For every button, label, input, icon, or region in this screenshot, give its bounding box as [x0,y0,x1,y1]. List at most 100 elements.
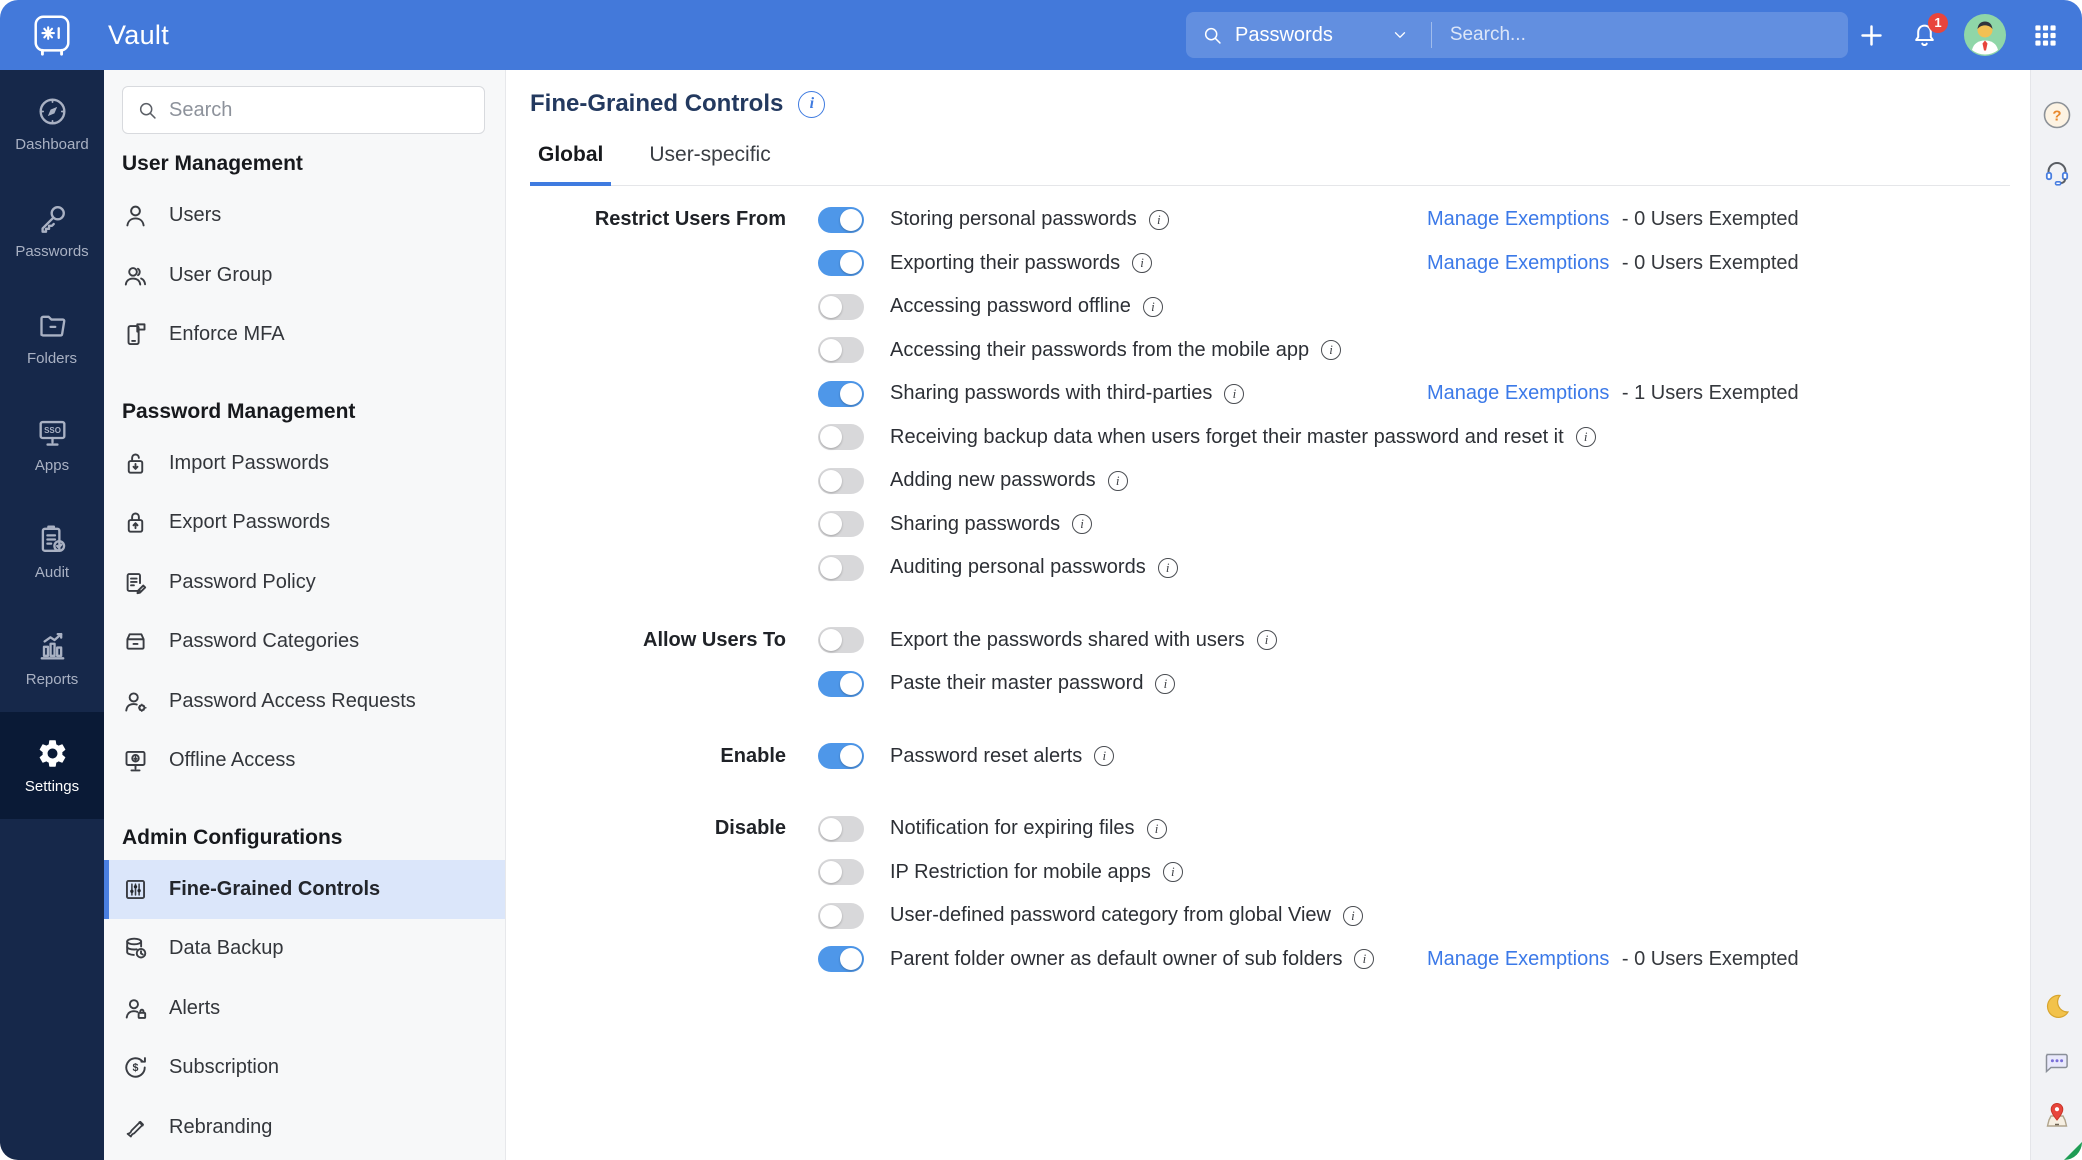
rail-item[interactable]: Passwords [0,177,104,284]
sidebar-item[interactable]: User Group [104,246,505,306]
sidebar-item-label: Alerts [169,997,220,1020]
info-icon[interactable]: i [1257,630,1277,650]
app-launcher-button[interactable] [2032,22,2059,49]
exempted-count: - 0 Users Exempted [1622,252,1799,274]
info-icon[interactable]: i [1132,253,1152,273]
toggle-switch[interactable] [818,337,864,363]
toggle-switch[interactable] [818,424,864,450]
utility-button[interactable] [2042,992,2072,1022]
rail-item[interactable]: Folders [0,284,104,391]
info-icon[interactable]: i [1321,340,1341,360]
map-pin-icon [2042,1100,2072,1130]
utility-button[interactable]: ? [2042,100,2072,130]
info-icon[interactable]: i [1094,746,1114,766]
sidebar-item[interactable]: Alerts [104,979,505,1039]
toggle-switch[interactable] [818,946,864,972]
sidebar-item[interactable]: Password Policy [104,553,505,613]
toggle-switch[interactable] [818,294,864,320]
toggle-switch[interactable] [818,381,864,407]
control-row: Sharing passwords i [818,503,2030,547]
info-icon[interactable]: i [1224,384,1244,404]
sidebar-item-label: Password Policy [169,571,316,594]
toggle-switch[interactable] [818,555,864,581]
plus-icon [1858,22,1885,49]
toggle-switch[interactable] [818,207,864,233]
users-icon [122,202,149,229]
rail-item-label: Audit [35,564,69,581]
toggle-switch[interactable] [818,250,864,276]
control-row: Accessing password offline i [818,285,2030,329]
toggle-switch[interactable] [818,859,864,885]
tab[interactable]: User-specific [641,134,778,185]
folders-icon [36,309,69,342]
add-button[interactable] [1858,22,1885,49]
control-row: Paste their master password i [818,662,2030,706]
toggle-switch[interactable] [818,511,864,537]
control-row: Storing personal passwords i Manage Exem… [818,198,2030,242]
toggle-switch[interactable] [818,743,864,769]
info-icon[interactable]: i [1147,819,1167,839]
info-icon[interactable]: i [1163,862,1183,882]
info-icon[interactable]: i [798,91,825,118]
control-groups: Restrict Users From Storing personal pas… [530,198,2030,981]
sidebar-item-label: User Group [169,264,272,287]
toggle-switch[interactable] [818,468,864,494]
tab[interactable]: Global [530,134,611,186]
toggle-knob [840,745,862,767]
sidebar-section-heading: User Management [104,150,505,178]
sidebar-item[interactable]: Password Categories [104,612,505,672]
sidebar-item[interactable]: $ Subscription [104,1038,505,1098]
utility-button[interactable] [2042,1100,2072,1130]
info-icon[interactable]: i [1143,297,1163,317]
sidebar-item[interactable]: Export Passwords [104,493,505,553]
rail-item[interactable]: Settings [0,712,104,819]
sidebar-item[interactable]: Import Passwords [104,434,505,494]
info-icon[interactable]: i [1149,210,1169,230]
export-passwords-icon [122,509,149,536]
sidebar-search-input[interactable] [169,99,470,122]
search-input[interactable] [1450,24,1832,46]
rail-item[interactable]: Dashboard [0,70,104,177]
info-icon[interactable]: i [1158,558,1178,578]
toggle-switch[interactable] [818,671,864,697]
manage-exemptions-link[interactable]: Manage Exemptions [1427,948,1609,970]
search-scope-label[interactable]: Passwords [1235,24,1333,47]
control-row: Password reset alerts i [818,735,2030,779]
sidebar-item[interactable]: Data Backup [104,919,505,979]
utility-button[interactable] [2042,158,2072,188]
chevron-down-icon[interactable] [1391,26,1409,44]
utility-button[interactable] [2042,1048,2072,1078]
chat-widget-corner[interactable] [2064,1142,2082,1160]
notifications-button[interactable]: 1 [1911,22,1938,49]
user-avatar[interactable] [1964,14,2006,56]
rail-item[interactable]: Audit [0,498,104,605]
manage-exemptions-link[interactable]: Manage Exemptions [1427,208,1609,230]
control-row: Adding new passwords i [818,459,2030,503]
sidebar-item[interactable]: Password Access Requests [104,672,505,732]
info-icon[interactable]: i [1354,949,1374,969]
sidebar-item-label: Fine-Grained Controls [169,878,380,901]
sidebar-item[interactable]: Offline Access [104,731,505,791]
sidebar-item[interactable]: Rebranding [104,1098,505,1158]
sidebar-item[interactable]: Enforce MFA [104,305,505,365]
sidebar-item[interactable]: Users [104,186,505,246]
global-search[interactable]: Passwords [1186,12,1848,58]
manage-exemptions-link[interactable]: Manage Exemptions [1427,382,1609,404]
info-icon[interactable]: i [1108,471,1128,491]
info-icon[interactable]: i [1072,514,1092,534]
control-group: Allow Users To Export the passwords shar… [530,619,2030,706]
toggle-switch[interactable] [818,903,864,929]
vault-logo[interactable] [0,12,104,58]
sidebar-item[interactable]: Fine-Grained Controls [104,860,505,920]
toggle-switch[interactable] [818,816,864,842]
info-icon[interactable]: i [1155,674,1175,694]
manage-exemptions-link[interactable]: Manage Exemptions [1427,252,1609,274]
rail-item[interactable]: Reports [0,605,104,712]
sidebar-item-label: Users [169,204,221,227]
sidebar-search[interactable] [122,86,485,134]
info-icon[interactable]: i [1343,906,1363,926]
rail-item[interactable]: SSO Apps [0,391,104,498]
control-row: User-defined password category from glob… [818,894,2030,938]
toggle-switch[interactable] [818,627,864,653]
info-icon[interactable]: i [1576,427,1596,447]
